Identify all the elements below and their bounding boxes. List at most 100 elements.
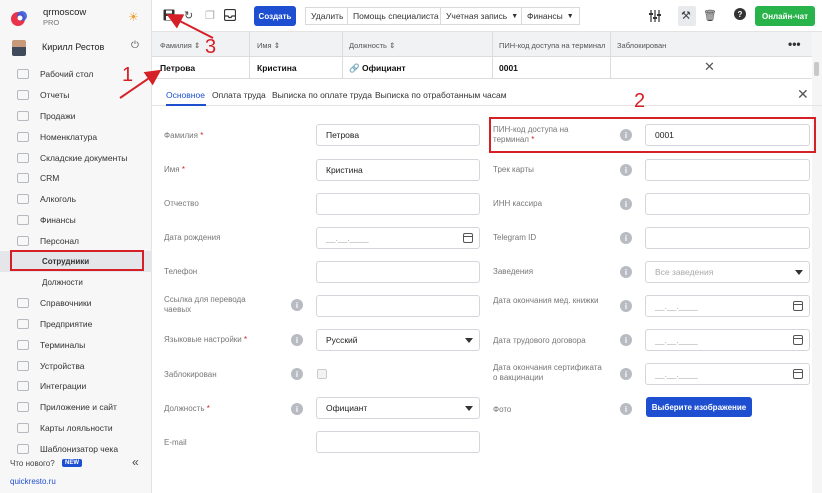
table-row[interactable]: Петрова Кристина 🔗 Официант 0001 ✕ — [152, 57, 812, 79]
calendar-icon[interactable] — [793, 301, 803, 311]
sidebar-item-enterprise[interactable]: Предприятие — [0, 314, 152, 335]
sidebar-item-sales[interactable]: Продажи — [0, 106, 152, 127]
tab-hours-statement[interactable]: Выписка по отработанным часам — [375, 90, 507, 100]
column-header-first-name[interactable]: Имя ⇕ — [257, 41, 280, 50]
vaccine-date-field[interactable]: __.__.____ — [645, 363, 810, 385]
account-dropdown[interactable]: Учетная запись ▼ — [440, 7, 525, 25]
column-header-position[interactable]: Должность ⇕ — [349, 41, 395, 50]
language-select[interactable]: Русский — [316, 329, 480, 351]
info-icon[interactable]: i — [620, 198, 632, 210]
sidebar-item-staff[interactable]: Персонал — [0, 230, 152, 251]
info-icon[interactable]: i — [620, 368, 632, 380]
online-chat-button[interactable]: Онлайн-чат — [755, 6, 815, 26]
new-badge: NEW — [62, 459, 82, 467]
brand-logo-icon — [11, 11, 27, 26]
tips-link-field[interactable] — [316, 295, 480, 317]
sidebar-item-receipt-template[interactable]: Шаблонизатор чека — [0, 438, 152, 459]
tab-payroll[interactable]: Оплата труда — [212, 90, 266, 100]
med-book-date-field[interactable]: __.__.____ — [645, 295, 810, 317]
calendar-icon[interactable] — [793, 369, 803, 379]
sidebar-item-finance[interactable]: Финансы — [0, 210, 152, 231]
sidebar-item-alcohol[interactable]: Алкоголь — [0, 189, 152, 210]
sidebar-item-reports[interactable]: Отчеты — [0, 85, 152, 106]
user-profile[interactable]: Кирилл Рестов ⏻ — [12, 40, 144, 56]
info-icon[interactable]: i — [620, 334, 632, 346]
sort-icon: ⇕ — [389, 41, 396, 50]
info-icon[interactable]: i — [620, 164, 632, 176]
sidebar-item-label: CRM — [40, 173, 60, 184]
copy-icon[interactable]: ❐ — [205, 9, 215, 22]
info-icon[interactable]: i — [291, 368, 303, 380]
contract-date-field[interactable]: __.__.____ — [645, 329, 810, 351]
info-icon[interactable]: i — [620, 403, 632, 415]
save-icon[interactable] — [163, 9, 175, 21]
annotation-box-pin — [489, 117, 816, 153]
track-card-field[interactable] — [645, 159, 810, 181]
choose-image-button[interactable]: Выберите изображение — [646, 397, 752, 417]
scrollbar-thumb[interactable] — [814, 62, 819, 76]
sidebar-item-label: Номенклатура — [40, 131, 98, 142]
column-header-last-name[interactable]: Фамилия ⇕ — [160, 41, 200, 50]
sidebar-item-devices[interactable]: Устройства — [0, 355, 152, 376]
chevron-down-icon: ▼ — [566, 12, 574, 20]
refresh-icon[interactable]: ↻ — [184, 9, 193, 22]
sidebar-item-directories[interactable]: Справочники — [0, 293, 152, 314]
sidebar-item-loyalty[interactable]: Карты лояльности — [0, 418, 152, 439]
inbox-icon[interactable] — [224, 9, 236, 21]
trash-icon[interactable]: 🗑 — [703, 9, 717, 22]
label-birth-date: Дата рождения — [164, 233, 221, 242]
calendar-icon[interactable] — [793, 335, 803, 345]
finance-dropdown[interactable]: Финансы ▼ — [521, 7, 580, 25]
last-name-field[interactable]: Петрова — [316, 124, 480, 146]
email-field[interactable] — [316, 431, 480, 453]
sidebar-item-label: Карты лояльности — [40, 422, 113, 433]
more-options-icon[interactable]: ••• — [788, 37, 801, 51]
label-photo: Фото — [493, 405, 512, 414]
site-link[interactable]: quickresto.ru — [10, 477, 56, 486]
filter-settings-icon[interactable] — [649, 10, 661, 22]
position-select[interactable]: Официант — [316, 397, 480, 419]
sidebar-item-nomenclature[interactable]: Номенклатура — [0, 126, 152, 147]
help-icon[interactable]: ? — [734, 8, 746, 20]
whats-new-link[interactable]: Что нового? — [10, 459, 55, 468]
info-icon[interactable]: i — [620, 266, 632, 278]
sidebar-item-app-site[interactable]: Приложение и сайт — [0, 397, 152, 418]
cell-pin: 0001 — [499, 63, 518, 73]
calendar-icon[interactable] — [463, 233, 473, 243]
column-header-pin[interactable]: ПИН-код доступа на терминал — [499, 41, 606, 50]
info-icon[interactable]: i — [620, 232, 632, 244]
sidebar-item-integrations[interactable]: Интеграции — [0, 376, 152, 397]
phone-field[interactable] — [316, 261, 480, 283]
tools-icon[interactable]: ⚒ — [681, 9, 691, 22]
tab-main[interactable]: Основное — [166, 90, 205, 100]
info-icon[interactable]: i — [291, 403, 303, 415]
blocked-checkbox[interactable] — [317, 369, 327, 379]
close-icon[interactable]: ✕ — [797, 86, 809, 103]
info-icon[interactable]: i — [291, 334, 303, 346]
info-icon[interactable]: i — [620, 300, 632, 312]
sidebar-item-crm[interactable]: CRM — [0, 168, 152, 189]
first-name-field[interactable]: Кристина — [316, 159, 480, 181]
collapse-sidebar-icon[interactable]: « — [132, 455, 139, 469]
create-button[interactable]: Создать — [254, 6, 296, 26]
sidebar-item-warehouse[interactable]: Складские документы — [0, 147, 152, 168]
middle-name-field[interactable] — [316, 193, 480, 215]
brand[interactable]: qrmoscow PRO ☀ — [10, 6, 145, 30]
sidebar-item-terminals[interactable]: Терминалы — [0, 334, 152, 355]
toolbar: ↻ ❐ Создать Удалить Помощь специалиста У… — [152, 0, 822, 32]
alcohol-icon — [17, 194, 29, 205]
annotation-number-3: 3 — [205, 36, 217, 58]
venues-select[interactable]: Все заведения — [645, 261, 810, 283]
info-icon[interactable]: i — [291, 299, 303, 311]
inn-field[interactable] — [645, 193, 810, 215]
power-icon[interactable]: ⏻ — [131, 40, 139, 51]
help-specialist-button[interactable]: Помощь специалиста — [347, 7, 445, 25]
label-tips-link: Ссылка для перевода чаевых — [164, 295, 246, 314]
tab-payroll-statement[interactable]: Выписка по оплате труда — [272, 90, 372, 100]
sidebar-subitem-positions[interactable]: Должности — [0, 272, 152, 293]
column-header-blocked[interactable]: Заблокирован — [617, 41, 666, 50]
sun-icon[interactable]: ☀ — [128, 10, 139, 24]
telegram-field[interactable] — [645, 227, 810, 249]
delete-button[interactable]: Удалить — [305, 7, 350, 25]
birth-date-field[interactable]: __.__.____ — [316, 227, 480, 249]
